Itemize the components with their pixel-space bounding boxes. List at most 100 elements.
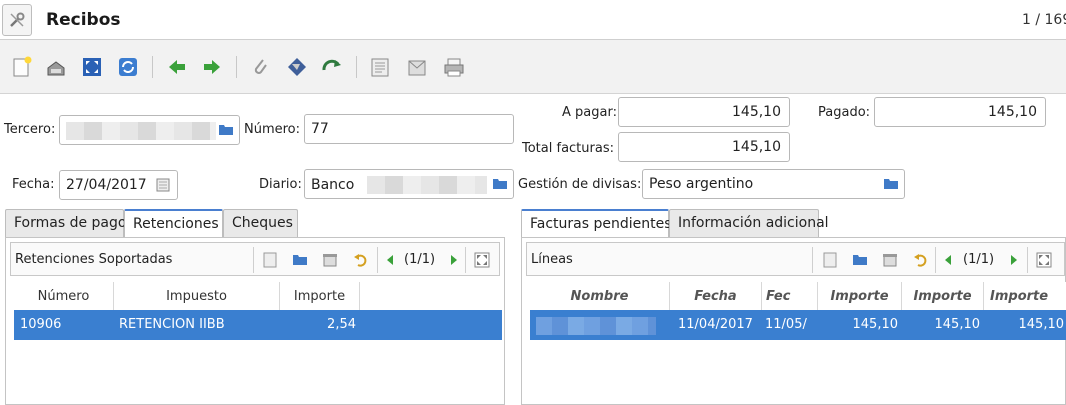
fullscreen-icon[interactable] [1035, 251, 1053, 268]
window-title: Recibos [46, 10, 121, 30]
tab-cheques[interactable]: Cheques [223, 209, 298, 237]
total-facturas-label: Total facturas: [522, 141, 614, 156]
total-facturas-field[interactable]: 145,10 [618, 132, 790, 162]
tab-informacion-adicional[interactable]: Información adicional [669, 209, 829, 237]
cell-fecha: 11/04/2017 [678, 317, 753, 332]
next-icon[interactable] [443, 251, 461, 268]
action-icon[interactable] [285, 55, 309, 79]
separator [1027, 247, 1028, 273]
redacted-value [366, 176, 487, 194]
table-row[interactable]: 10906 RETENCION IIBB 2,54 [14, 310, 502, 340]
column-header[interactable]: Fecha [670, 282, 762, 312]
retenciones-panel: Retenciones Soportadas (1/1) Número Impu… [5, 237, 505, 405]
separator [935, 247, 936, 273]
save-icon[interactable] [44, 55, 68, 79]
pagado-label: Pagado: [818, 105, 871, 120]
column-header[interactable]: Impuesto [114, 282, 280, 312]
retenciones-pager: (1/1) [404, 252, 436, 267]
a-pagar-label: A pagar: [562, 105, 617, 120]
retenciones-subbar: Retenciones Soportadas (1/1) [10, 242, 500, 276]
gestion-divisas-field[interactable]: Peso argentino [642, 169, 905, 199]
pagado-field[interactable]: 145,10 [874, 97, 1046, 127]
email-icon[interactable] [405, 55, 429, 79]
attach-icon[interactable] [248, 55, 272, 79]
column-header[interactable]: Importe [902, 282, 984, 312]
cell-importe: 145,10 [1018, 317, 1065, 332]
lineas-subbar: Líneas (1/1) [526, 242, 1065, 276]
numero-field[interactable]: 77 [304, 114, 514, 144]
undo-icon[interactable] [351, 251, 369, 268]
fecha-field[interactable]: 27/04/2017 [59, 170, 178, 200]
fecha-value: 27/04/2017 [66, 177, 147, 193]
tercero-label: Tercero: [4, 122, 56, 137]
tercero-field[interactable] [59, 115, 240, 145]
calendar-icon[interactable] [156, 178, 172, 192]
toolbar [0, 40, 1066, 94]
separator [253, 247, 254, 273]
separator [465, 247, 466, 273]
folder-icon[interactable] [883, 177, 899, 190]
next-icon[interactable] [1003, 251, 1021, 268]
new-icon[interactable] [821, 251, 839, 268]
redacted-value [66, 122, 216, 140]
next-icon[interactable] [200, 55, 224, 79]
lineas-title: Líneas [531, 252, 573, 267]
column-header[interactable]: Importe [984, 282, 1066, 312]
title-bar: Recibos 1 / 169 [0, 0, 1066, 40]
gestion-divisas-label: Gestión de divisas: [518, 177, 642, 192]
relate-icon[interactable] [320, 55, 344, 79]
toolbar-separator [236, 56, 237, 78]
separator [377, 247, 378, 273]
new-icon[interactable] [261, 251, 279, 268]
column-header[interactable]: Importe [818, 282, 902, 312]
folder-icon[interactable] [851, 251, 869, 268]
folder-icon[interactable] [218, 123, 234, 136]
folder-icon[interactable] [291, 251, 309, 268]
cell-impuesto: RETENCION IIBB [119, 317, 225, 332]
cell-fec: 11/05/ [765, 317, 807, 332]
cell-nombre [536, 310, 666, 340]
previous-icon[interactable] [165, 55, 189, 79]
table-row[interactable]: 11/04/2017 11/05/ 145,10 145,10 145,10 [530, 310, 1066, 340]
diario-field[interactable]: Banco [304, 169, 514, 199]
cell-importe: 145,10 [934, 317, 981, 332]
tab-formas-de-pago[interactable]: Formas de pago [5, 209, 126, 237]
folder-icon[interactable] [492, 177, 508, 190]
column-header[interactable]: Nombre [530, 282, 670, 312]
cell-importe: 2,54 [327, 317, 356, 332]
previous-icon[interactable] [941, 251, 959, 268]
print-icon[interactable] [442, 55, 466, 79]
left-tabs: Formas de pago Retenciones Cheques [5, 209, 505, 238]
fullscreen-icon[interactable] [80, 55, 104, 79]
tools-icon[interactable] [2, 4, 32, 36]
lineas-panel: Líneas (1/1) Nombre Fecha Fec Importe Im… [521, 237, 1066, 405]
column-header[interactable]: Importe [280, 282, 360, 312]
fullscreen-icon[interactable] [473, 251, 491, 268]
column-header[interactable]: Fec [762, 282, 818, 312]
retenciones-title: Retenciones Soportadas [15, 252, 173, 267]
cell-importe: 145,10 [852, 317, 899, 332]
numero-label: Número: [244, 122, 301, 137]
toolbar-separator [152, 56, 153, 78]
report-icon[interactable] [368, 55, 392, 79]
tab-facturas-pendientes[interactable]: Facturas pendientes [521, 209, 672, 238]
cell-numero: 10906 [20, 317, 62, 332]
column-header[interactable]: Número [14, 282, 114, 312]
a-pagar-field[interactable]: 145,10 [618, 97, 790, 127]
retenciones-grid-header: Número Impuesto Importe [14, 282, 502, 312]
reload-icon[interactable] [116, 55, 140, 79]
record-counter: 1 / 169 [1022, 12, 1066, 28]
redacted-value [536, 317, 656, 335]
tab-retenciones[interactable]: Retenciones [124, 209, 223, 238]
right-tabs: Facturas pendientes Información adiciona… [521, 209, 1066, 238]
delete-icon[interactable] [321, 251, 339, 268]
undo-icon[interactable] [911, 251, 929, 268]
previous-icon[interactable] [383, 251, 401, 268]
lineas-grid-header: Nombre Fecha Fec Importe Importe Importe [530, 282, 1066, 312]
diario-label: Diario: [259, 177, 302, 192]
fecha-label: Fecha: [12, 177, 55, 192]
delete-icon[interactable] [881, 251, 899, 268]
separator [812, 247, 813, 273]
new-icon[interactable] [10, 55, 34, 79]
toolbar-separator [356, 56, 357, 78]
